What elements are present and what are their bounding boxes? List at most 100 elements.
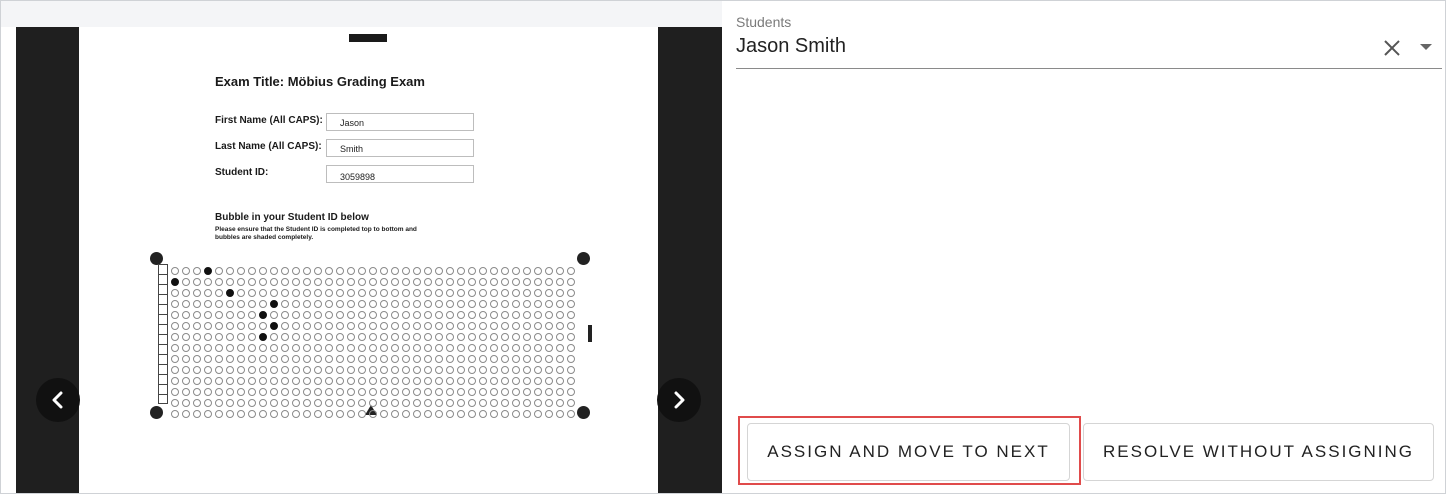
bubble [335, 366, 344, 374]
student-select[interactable]: Jason Smith [736, 35, 846, 58]
bubble [225, 289, 234, 297]
bubble [401, 410, 410, 418]
registration-mark [150, 406, 163, 419]
bubble [412, 333, 421, 341]
bubble [544, 278, 553, 286]
bubble [434, 333, 443, 341]
bubble [500, 333, 509, 341]
bubble [203, 366, 212, 374]
bubble [357, 388, 366, 396]
bubble [533, 333, 542, 341]
bubble [379, 344, 388, 352]
bubble [566, 311, 575, 319]
bubble [203, 344, 212, 352]
bubble [247, 322, 256, 330]
bubble [566, 366, 575, 374]
bubble [280, 322, 289, 330]
bubble [203, 377, 212, 385]
bubble [214, 333, 223, 341]
bubble [555, 355, 564, 363]
bubble [313, 344, 322, 352]
caret-down-icon[interactable] [1420, 44, 1432, 50]
bubble [280, 399, 289, 407]
bubble [368, 333, 377, 341]
bubble [192, 322, 201, 330]
bubble [522, 289, 531, 297]
bubble [423, 344, 432, 352]
bubble [412, 377, 421, 385]
assign-and-move-to-next-button[interactable]: ASSIGN AND MOVE TO NEXT [747, 423, 1070, 481]
bubble [324, 355, 333, 363]
bubble [335, 355, 344, 363]
bubble [313, 289, 322, 297]
bubble [302, 377, 311, 385]
bubble [181, 388, 190, 396]
bubble [522, 278, 531, 286]
bubble [544, 366, 553, 374]
bubble [423, 333, 432, 341]
bubble [533, 289, 542, 297]
bubble [346, 322, 355, 330]
bubble [247, 377, 256, 385]
bubble [379, 322, 388, 330]
bubble [456, 322, 465, 330]
bubble [346, 388, 355, 396]
bubble-section-title: Bubble in your Student ID below [215, 212, 369, 223]
bubble [566, 377, 575, 385]
bubble [423, 311, 432, 319]
bubble [214, 322, 223, 330]
previous-page-button[interactable] [36, 378, 80, 422]
bubble [236, 377, 245, 385]
bubble [192, 344, 201, 352]
bubble [555, 267, 564, 275]
bubble [368, 355, 377, 363]
close-icon[interactable] [1381, 37, 1403, 59]
bubble [181, 355, 190, 363]
bubble [269, 410, 278, 418]
bubble [555, 322, 564, 330]
resolve-without-assigning-button[interactable]: RESOLVE WITHOUT ASSIGNING [1083, 423, 1434, 481]
bubble [533, 311, 542, 319]
bubble [236, 311, 245, 319]
bubble [401, 344, 410, 352]
bubble [170, 410, 179, 418]
bubble [555, 410, 564, 418]
bubble [368, 344, 377, 352]
bubble [324, 333, 333, 341]
bubble [236, 399, 245, 407]
bubble [335, 289, 344, 297]
bubble [313, 366, 322, 374]
bubble [445, 278, 454, 286]
bubble [434, 289, 443, 297]
bubble [170, 333, 179, 341]
bubble [258, 410, 267, 418]
bubble [291, 355, 300, 363]
next-page-button[interactable] [657, 378, 701, 422]
bubble [357, 278, 366, 286]
bubble [522, 410, 531, 418]
bubble [511, 300, 520, 308]
bubble [170, 322, 179, 330]
bubble [335, 300, 344, 308]
bubble [214, 267, 223, 275]
document-viewer: Exam Title: Möbius Grading Exam First Na… [16, 27, 722, 493]
student-id-field: 3059898 [326, 165, 474, 183]
bubble [566, 355, 575, 363]
bubble [423, 278, 432, 286]
bubble-row [169, 409, 576, 420]
bubble [313, 322, 322, 330]
bubble [489, 388, 498, 396]
bubble [280, 278, 289, 286]
bubble-row [169, 299, 576, 310]
bubble [555, 366, 564, 374]
bubble [335, 410, 344, 418]
bubble [379, 399, 388, 407]
bubble-row [169, 354, 576, 365]
registration-mark [577, 406, 590, 419]
bubble [269, 289, 278, 297]
bubble [412, 388, 421, 396]
bubble [522, 355, 531, 363]
bubble [247, 344, 256, 352]
bubble [412, 399, 421, 407]
bubble [445, 366, 454, 374]
